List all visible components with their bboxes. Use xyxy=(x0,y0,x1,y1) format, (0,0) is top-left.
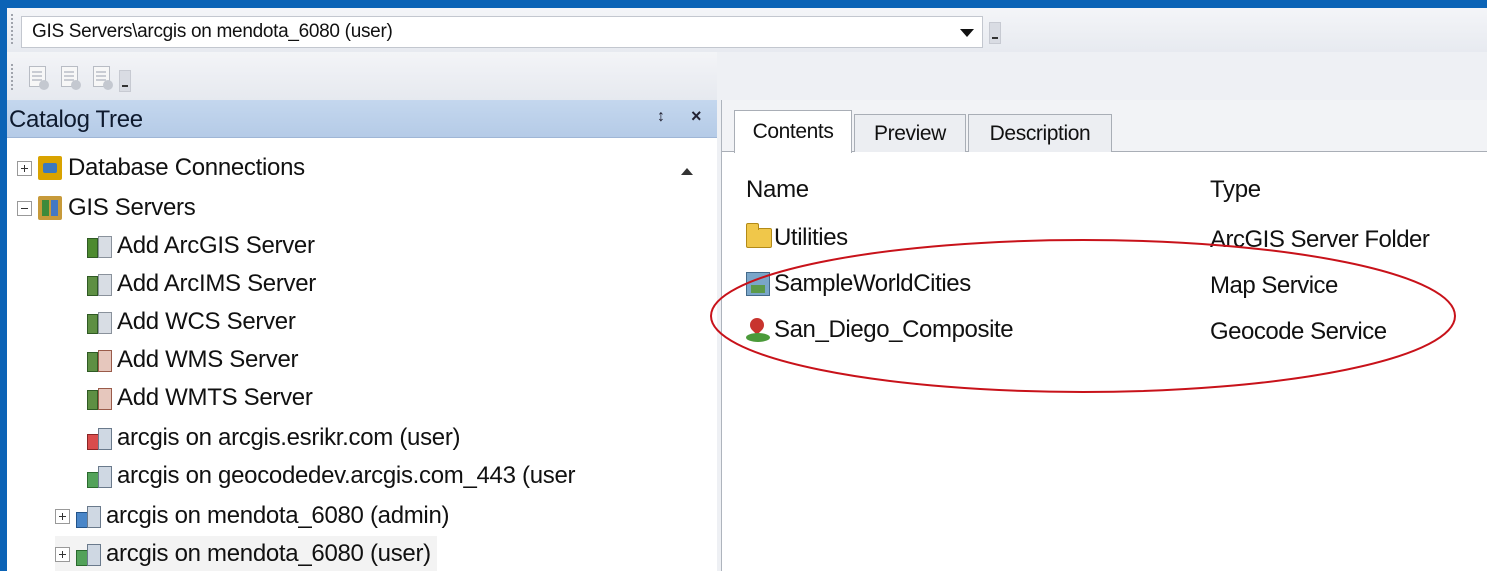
tree-node-server-connection-selected[interactable]: arcgis on mendota_6080 (user) xyxy=(55,536,437,571)
tab-contents[interactable]: Contents xyxy=(734,110,852,153)
toolbar-options-button[interactable] xyxy=(989,22,1001,44)
tree-node-label: Database Connections xyxy=(68,154,305,181)
tab-preview[interactable]: Preview xyxy=(854,114,966,152)
tree-node-add-arcims-server[interactable]: Add ArcIMS Server xyxy=(87,266,316,302)
copy-page-icon[interactable] xyxy=(91,66,113,90)
tree-node-gis-servers[interactable]: GIS Servers xyxy=(17,190,196,226)
item-name: SampleWorldCities xyxy=(774,270,971,297)
tree-node-label: Add WCS Server xyxy=(117,308,296,335)
contents-panel: Contents Preview Description Name Type U… xyxy=(721,100,1487,571)
list-item-san-diego-composite[interactable]: San_Diego_Composite xyxy=(746,314,1014,346)
catalog-tree-header: Catalog Tree ↕ × xyxy=(7,100,717,138)
add-server-icon xyxy=(87,234,112,258)
folder-icon xyxy=(746,223,772,248)
close-icon[interactable]: × xyxy=(691,106,702,127)
arccatalog-window: GIS Servers\arcgis on mendota_6080 (user… xyxy=(7,8,1487,571)
gis-servers-icon xyxy=(38,196,62,220)
tab-bar: Contents Preview Description xyxy=(722,100,1487,153)
chevron-down-icon[interactable] xyxy=(960,29,974,37)
location-combobox[interactable]: GIS Servers\arcgis on mendota_6080 (user… xyxy=(21,16,983,48)
tree-node-add-wmts-server[interactable]: Add WMTS Server xyxy=(87,380,313,416)
tree-node-label: Add WMS Server xyxy=(117,346,299,373)
new-page-icon[interactable] xyxy=(59,66,81,90)
add-server-icon xyxy=(87,348,112,372)
tree-node-label: arcgis on mendota_6080 (admin) xyxy=(106,502,450,529)
expand-icon[interactable] xyxy=(55,508,70,524)
tree-node-server-connection[interactable]: arcgis on geocodedev.arcgis.com_443 (use… xyxy=(87,458,575,494)
item-type: Geocode Service xyxy=(1210,318,1387,345)
tree-node-label: arcgis on arcgis.esrikr.com (user) xyxy=(117,424,461,451)
server-connection-icon xyxy=(87,464,112,488)
column-header-type[interactable]: Type xyxy=(1210,176,1261,204)
collapse-icon[interactable] xyxy=(17,200,32,216)
tree-node-label: GIS Servers xyxy=(68,194,196,221)
map-service-icon xyxy=(746,272,770,296)
expand-icon[interactable] xyxy=(17,160,32,176)
tree-scrollbar[interactable] xyxy=(681,138,717,571)
tree-node-server-connection[interactable]: arcgis on mendota_6080 (admin) xyxy=(55,498,450,534)
standard-toolbar xyxy=(7,52,717,100)
geocode-service-icon xyxy=(746,317,770,343)
tree-node-label: Add ArcGIS Server xyxy=(117,232,315,259)
tree-node-label: Add ArcIMS Server xyxy=(117,270,316,297)
catalog-tree: Database Connections GIS Servers Add Arc… xyxy=(7,138,707,571)
item-type: ArcGIS Server Folder xyxy=(1210,226,1430,253)
refresh-page-icon[interactable] xyxy=(27,66,49,90)
tree-node-label: Add WMTS Server xyxy=(117,384,313,411)
tree-node-server-connection[interactable]: arcgis on arcgis.esrikr.com (user) xyxy=(87,420,461,456)
database-connections-icon xyxy=(38,156,62,180)
list-item-utilities[interactable]: Utilities xyxy=(746,222,848,254)
tree-node-add-wms-server[interactable]: Add WMS Server xyxy=(87,342,298,378)
tree-node-database-connections[interactable]: Database Connections xyxy=(17,150,305,186)
item-name: San_Diego_Composite xyxy=(774,316,1014,343)
tree-node-add-wcs-server[interactable]: Add WCS Server xyxy=(87,304,296,340)
location-toolbar: GIS Servers\arcgis on mendota_6080 (user… xyxy=(7,8,1487,52)
toolbar-options-button[interactable] xyxy=(119,70,131,92)
add-server-icon xyxy=(87,386,112,410)
list-item-sampleworldcities[interactable]: SampleWorldCities xyxy=(746,268,971,300)
server-connection-icon xyxy=(76,504,101,528)
tree-node-add-arcgis-server[interactable]: Add ArcGIS Server xyxy=(87,228,315,264)
column-header-name[interactable]: Name xyxy=(746,176,809,204)
server-connection-icon xyxy=(87,426,112,450)
catalog-tree-title: Catalog Tree xyxy=(9,106,143,133)
add-server-icon xyxy=(87,272,112,296)
item-name: Utilities xyxy=(774,224,848,251)
tree-node-label: arcgis on geocodedev.arcgis.com_443 (use… xyxy=(117,462,576,489)
pin-icon[interactable]: ↕ xyxy=(657,108,665,126)
location-path: GIS Servers\arcgis on mendota_6080 (user… xyxy=(32,21,393,42)
toolbar-grip[interactable] xyxy=(11,14,15,44)
add-server-icon xyxy=(87,310,112,334)
toolbar-grip[interactable] xyxy=(11,64,15,90)
expand-icon[interactable] xyxy=(55,546,70,562)
tab-description[interactable]: Description xyxy=(968,114,1112,152)
server-connection-icon xyxy=(76,542,101,566)
item-type: Map Service xyxy=(1210,272,1338,299)
tree-node-label: arcgis on mendota_6080 (user) xyxy=(106,540,431,567)
